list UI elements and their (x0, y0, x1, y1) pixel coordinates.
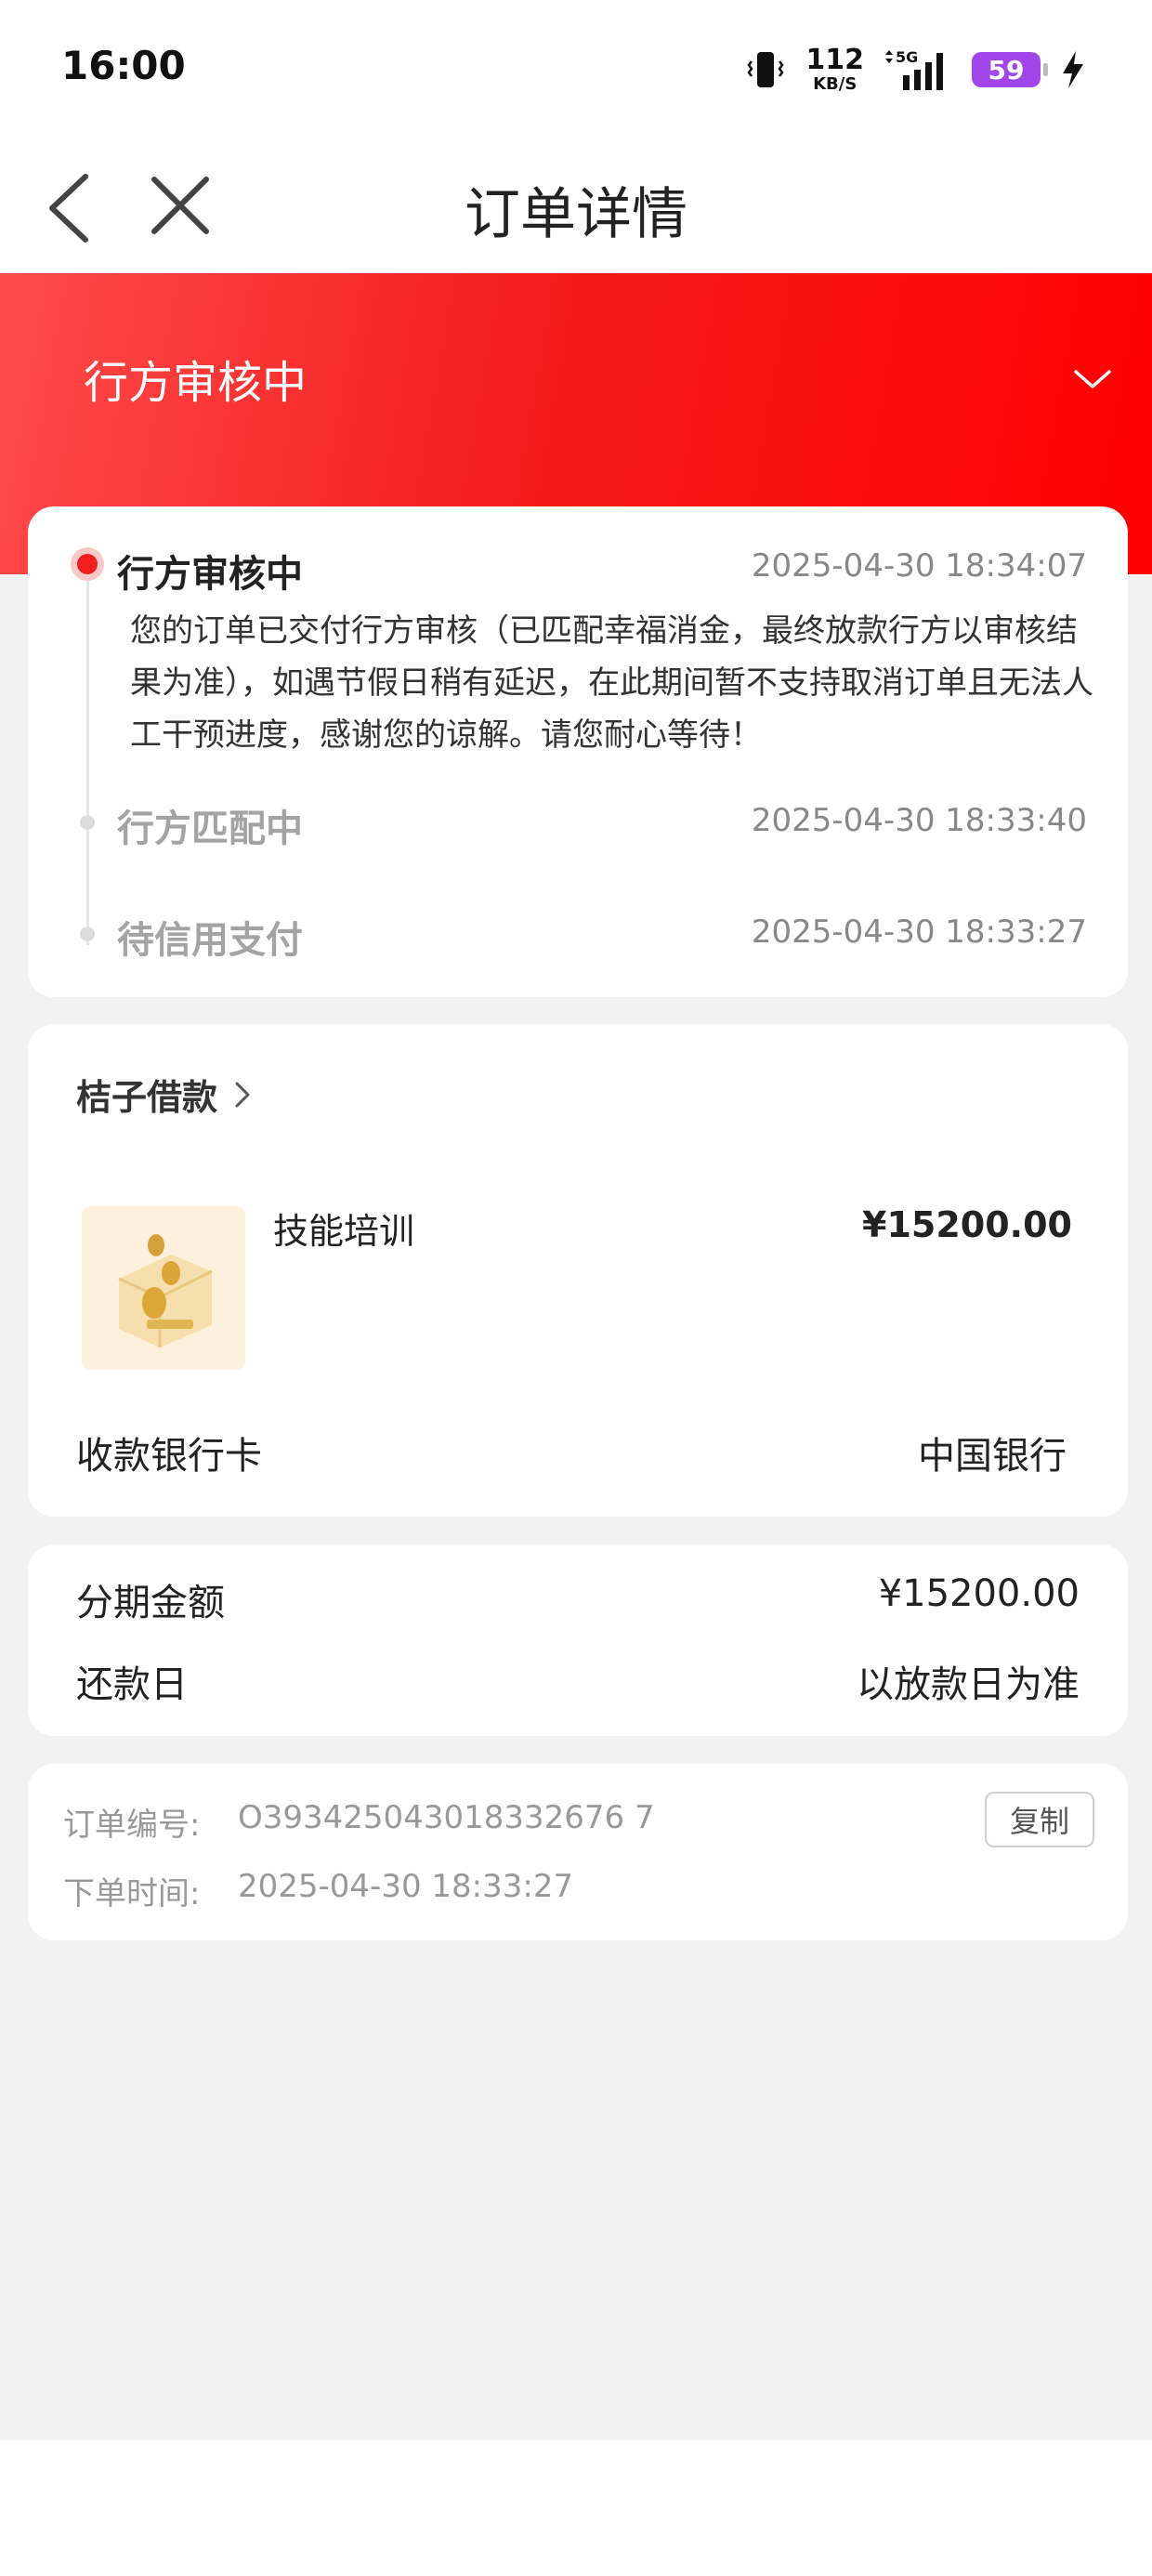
page-title: 订单详情 (465, 182, 687, 247)
expand-button[interactable] (1072, 366, 1113, 394)
bottom-area (0, 2440, 1152, 2576)
due-date-label: 还款日 (76, 1663, 188, 1706)
chevron-right-icon (235, 1082, 250, 1107)
product-card: 桔子借款 技能培训 ¥15200.00 收款银行卡 中国银行 (28, 1024, 1128, 1517)
status-icons: 112 KB/S 5G 59 (744, 46, 1087, 93)
timeline-dot (80, 927, 95, 941)
timeline-dot-active (71, 547, 104, 581)
status-time: 16:00 (61, 43, 186, 88)
timeline-step-title: 行方匹配中 (117, 808, 303, 850)
timeline-step-desc: 您的订单已交付行方审核（已匹配幸福消金，最终放款行方以审核结果为准），如遇节假日… (130, 612, 1093, 754)
shop-link[interactable]: 桔子借款 (76, 1069, 253, 1120)
timeline-step-title: 待信用支付 (117, 919, 303, 962)
installment-card: 分期金额 ¥15200.00 还款日 以放款日为准 (28, 1544, 1128, 1736)
charging-icon (1063, 51, 1083, 88)
order-number-value: O393425043018332676 7 (238, 1799, 655, 1836)
order-timeline: 行方审核中 2025-04-30 18:34:07 您的订单已交付行方审核（已匹… (28, 506, 1128, 997)
chevron-down-icon (1074, 370, 1111, 388)
timeline-step-time: 2025-04-30 18:34:07 (751, 547, 1087, 585)
order-number-label: 订单编号: (63, 1807, 201, 1844)
order-time-value: 2025-04-30 18:33:27 (238, 1868, 574, 1905)
timeline-step-title: 行方审核中 (117, 553, 303, 596)
bank-card-value: 中国银行 (918, 1435, 1067, 1478)
item-price: ¥15200.00 (862, 1204, 1072, 1245)
battery-icon: 59 (972, 52, 1048, 87)
copy-button[interactable]: 复制 (985, 1792, 1094, 1847)
order-time-label: 下单时间: (63, 1875, 201, 1912)
vibrate-icon (747, 52, 784, 87)
banner-status: 行方审核中 (84, 357, 308, 409)
gold-coin-box-icon (118, 1234, 213, 1347)
timeline-dot (80, 815, 95, 830)
timeline-step-time: 2025-04-30 18:33:40 (751, 802, 1087, 839)
order-info-card: 订单编号: O393425043018332676 7 复制 下单时间: 202… (28, 1764, 1128, 1940)
nav-bar: 订单详情 (0, 138, 1152, 273)
status-bar: 16:00 112 KB/S 5G 59 (0, 0, 1152, 138)
timeline-step-time: 2025-04-30 18:33:27 (751, 913, 1087, 951)
bank-card-label: 收款银行卡 (76, 1435, 262, 1478)
net-speed: 112 KB/S (805, 44, 864, 94)
installment-amount-value: ¥15200.00 (878, 1572, 1080, 1615)
product-image (82, 1206, 245, 1370)
timeline-line (86, 573, 89, 945)
due-date-value: 以放款日为准 (857, 1663, 1080, 1706)
svg-text:5G: 5G (896, 48, 918, 66)
shop-name: 桔子借款 (76, 1077, 218, 1118)
item-name: 技能培训 (273, 1211, 415, 1252)
signal-5g-icon: 5G (885, 48, 943, 90)
installment-amount-label: 分期金额 (76, 1582, 225, 1624)
